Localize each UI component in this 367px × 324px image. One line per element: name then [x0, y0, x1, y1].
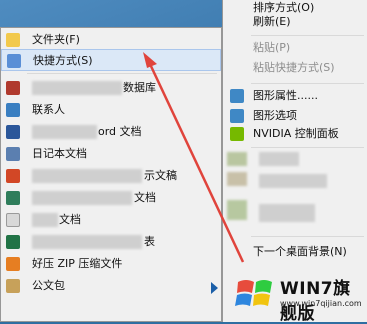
menu-separator: [251, 147, 364, 148]
new-excel-item[interactable]: 表: [1, 231, 221, 253]
watermark-url: www.win7qijian.com: [280, 299, 362, 308]
new-text-document-item[interactable]: 文档: [1, 209, 221, 231]
menu-item-paste[interactable]: 粘贴(P): [223, 38, 367, 58]
blurred-label: [32, 235, 142, 249]
submenu-arrow-icon: [211, 282, 218, 294]
folder-icon: [6, 33, 20, 47]
publisher-icon: [6, 191, 20, 205]
blurred-label: [32, 213, 58, 227]
nvidia-icon: [230, 127, 244, 141]
new-zip-item[interactable]: 好压 ZIP 压缩文件: [1, 253, 221, 275]
access-icon: [6, 81, 20, 95]
zip-icon: [6, 257, 20, 271]
new-submenu: 文件夹(F) 快捷方式(S) 数据库 联系人 ord 文档 日记本文档 示文稿 …: [0, 27, 222, 322]
blurred-icon: [227, 152, 247, 166]
menu-item-graphics-options[interactable]: 图形选项: [223, 106, 367, 126]
menu-item-graphics-properties[interactable]: 图形属性......: [223, 86, 367, 106]
blurred-icon: [227, 200, 247, 220]
text-document-icon: [6, 213, 20, 227]
word-icon: [6, 125, 20, 139]
new-word-document-item[interactable]: ord 文档: [1, 121, 221, 143]
watermark: WIN7旗舰版 www.win7qijian.com: [230, 266, 367, 324]
new-publisher-item[interactable]: 文档: [1, 187, 221, 209]
blurred-label: [32, 169, 142, 183]
intel-graphics-icon: [230, 89, 244, 103]
blurred-menu-item: [259, 152, 299, 166]
new-folder-item[interactable]: 文件夹(F): [1, 29, 221, 51]
new-briefcase-item[interactable]: 公文包: [1, 275, 221, 297]
blurred-icon: [227, 172, 247, 186]
new-contact-item[interactable]: 联系人: [1, 99, 221, 121]
menu-separator: [27, 73, 217, 74]
menu-item-paste-shortcut[interactable]: 粘贴快捷方式(S): [223, 58, 367, 78]
blurred-menu-item: [259, 204, 315, 222]
new-powerpoint-item[interactable]: 示文稿: [1, 165, 221, 187]
menu-separator: [251, 236, 364, 237]
windows-logo-icon: [235, 280, 272, 306]
shortcut-icon: [7, 54, 21, 68]
menu-item-nvidia-control-panel[interactable]: NVIDIA 控制面板: [223, 124, 367, 144]
powerpoint-icon: [6, 169, 20, 183]
contact-icon: [6, 103, 20, 117]
blurred-menu-item: [259, 174, 327, 188]
new-shortcut-item[interactable]: 快捷方式(S): [1, 49, 221, 71]
menu-separator: [251, 35, 364, 36]
menu-item-next-desktop-background[interactable]: 下一个桌面背景(N): [223, 242, 367, 262]
intel-graphics-icon: [230, 109, 244, 123]
journal-icon: [6, 147, 20, 161]
excel-icon: [6, 235, 20, 249]
briefcase-icon: [6, 279, 20, 293]
menu-item-refresh[interactable]: 刷新(E): [223, 12, 367, 32]
menu-separator: [251, 83, 364, 84]
blurred-label: [32, 81, 122, 95]
new-database-item[interactable]: 数据库: [1, 77, 221, 99]
blurred-label: [32, 125, 97, 139]
new-journal-item[interactable]: 日记本文档: [1, 143, 221, 165]
blurred-label: [32, 191, 132, 205]
